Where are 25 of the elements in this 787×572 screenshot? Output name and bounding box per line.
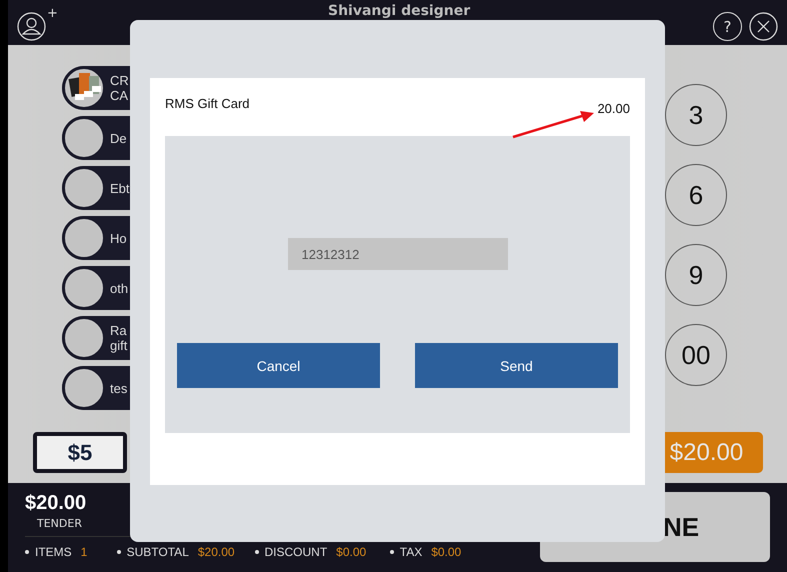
bullet-icon [254,550,258,554]
tender-label: TENDER [37,517,82,530]
help-button[interactable]: ? [713,12,742,41]
stat-value: $20.00 [198,545,235,559]
stat-label: DISCOUNT [264,545,328,559]
close-icon[interactable] [749,12,778,41]
user-icon[interactable] [17,12,46,41]
stat-value: $0.00 [336,545,366,559]
bill-button[interactable]: $5 [33,432,127,473]
card-number-field[interactable]: 12312312 [288,238,508,270]
stat-value: 1 [80,545,88,559]
bullet-icon [116,550,121,554]
bullet-icon [25,550,29,554]
stat-label: ITEMS [35,545,72,559]
dialog-title: RMS Gift Card [165,96,250,111]
window-title: Shivangi designer [328,3,470,19]
amount-text: 20.00 [597,101,630,116]
bullet-icon [390,550,394,554]
stat-label: TAX [400,545,422,559]
tender-amount: $20.00 [25,492,86,515]
stat-label: SUBTOTAL [126,545,189,559]
add-mark: + [47,7,58,20]
dialog-button[interactable]: Send [415,343,618,388]
dialog-button[interactable]: Cancel [177,343,380,388]
stat-value: $0.00 [431,545,462,559]
